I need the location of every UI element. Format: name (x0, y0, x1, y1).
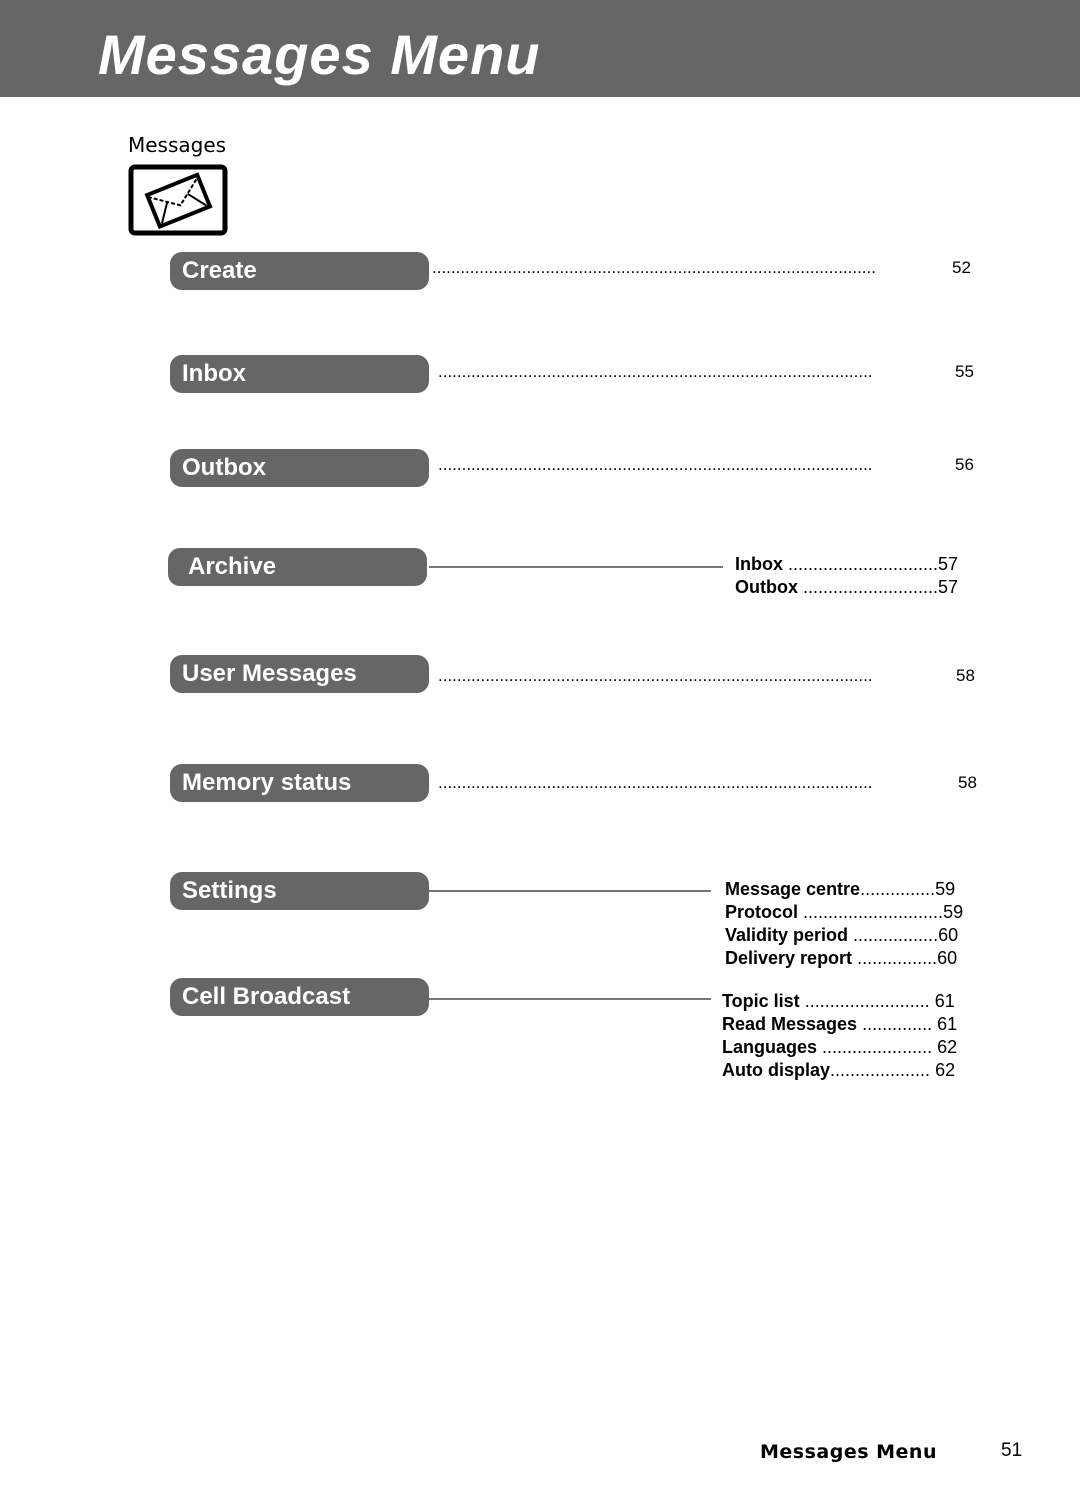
submenu-item[interactable]: Message centre...............59 (725, 878, 955, 901)
dot-leader: ........................................… (438, 666, 873, 685)
dot-leader: ...................... (822, 1037, 933, 1057)
footer-page-number: 51 (1001, 1440, 1023, 1461)
page-number: 60 (938, 925, 959, 945)
dot-leader: ......................... (804, 991, 930, 1011)
submenu-item[interactable]: Auto display.................... 62 (722, 1059, 955, 1082)
dot-leader: ........................................… (438, 455, 873, 474)
menu-item-settings[interactable]: Settings (170, 872, 429, 910)
envelope-icon (128, 164, 228, 236)
dot-leader: .............................. (788, 554, 939, 574)
submenu-label: Auto display (722, 1060, 831, 1080)
submenu-label: Topic list (722, 991, 800, 1011)
page-number: 61 (934, 991, 955, 1011)
dot-leader: ........................................… (432, 258, 876, 277)
menu-item-cell-broadcast[interactable]: Cell Broadcast (170, 978, 429, 1016)
page-number: 52 (952, 258, 971, 277)
page-number: 61 (937, 1014, 958, 1034)
page-title: Messages Menu (98, 23, 541, 86)
page-number: 57 (938, 554, 959, 574)
dot-leader: ................. (853, 925, 939, 945)
page-number: 59 (943, 902, 964, 922)
dot-leader: .............. (862, 1014, 933, 1034)
submenu-item[interactable]: Outbox ...........................57 (735, 576, 958, 599)
submenu-label: Validity period (725, 925, 849, 945)
submenu-label: Inbox (735, 554, 783, 574)
submenu-item[interactable]: Inbox ..............................57 (735, 553, 958, 576)
submenu-label: Message centre (725, 879, 861, 899)
dot-leader: ........................................… (438, 773, 873, 792)
dot-leader: ................ (857, 948, 938, 968)
submenu-item[interactable]: Languages ...................... 62 (722, 1036, 957, 1059)
submenu-item[interactable]: Read Messages .............. 61 (722, 1013, 957, 1036)
submenu-item[interactable]: Validity period .................60 (725, 924, 958, 947)
page-number: 62 (935, 1060, 956, 1080)
submenu-label: Outbox (735, 577, 798, 597)
connector-line (429, 890, 711, 892)
dot-leader: ............... (860, 879, 936, 899)
page-number: 59 (935, 879, 956, 899)
dot-leader: ........................................… (438, 362, 873, 381)
section-label: Messages (128, 133, 227, 157)
submenu-item[interactable]: Delivery report ................60 (725, 947, 957, 970)
menu-item-archive[interactable]: Archive (168, 548, 427, 586)
page-number: 57 (938, 577, 959, 597)
submenu-label: Read Messages (722, 1014, 858, 1034)
dot-leader: .................... (830, 1060, 931, 1080)
submenu-item[interactable]: Protocol ............................59 (725, 901, 963, 924)
page-number: 58 (958, 773, 977, 792)
page-number: 55 (955, 362, 974, 381)
menu-item-create[interactable]: Create (170, 252, 429, 290)
menu-item-outbox[interactable]: Outbox (170, 449, 429, 487)
submenu-label: Protocol (725, 902, 799, 922)
page-header: Messages Menu (0, 0, 1080, 97)
connector-line (429, 566, 723, 568)
menu-item-memory-status[interactable]: Memory status (170, 764, 429, 802)
page-number: 60 (937, 948, 958, 968)
page-number: 58 (956, 666, 975, 685)
submenu-label: Languages (722, 1037, 818, 1057)
footer-title: Messages Menu (760, 1441, 937, 1463)
page-number: 62 (937, 1037, 958, 1057)
page-number: 56 (955, 455, 974, 474)
menu-item-inbox[interactable]: Inbox (170, 355, 429, 393)
submenu-label: Delivery report (725, 948, 853, 968)
dot-leader: ........................... (803, 577, 939, 597)
submenu-item[interactable]: Topic list ......................... 61 (722, 990, 955, 1013)
menu-item-user-messages[interactable]: User Messages (170, 655, 429, 693)
dot-leader: ............................ (803, 902, 944, 922)
connector-line (429, 998, 711, 1000)
